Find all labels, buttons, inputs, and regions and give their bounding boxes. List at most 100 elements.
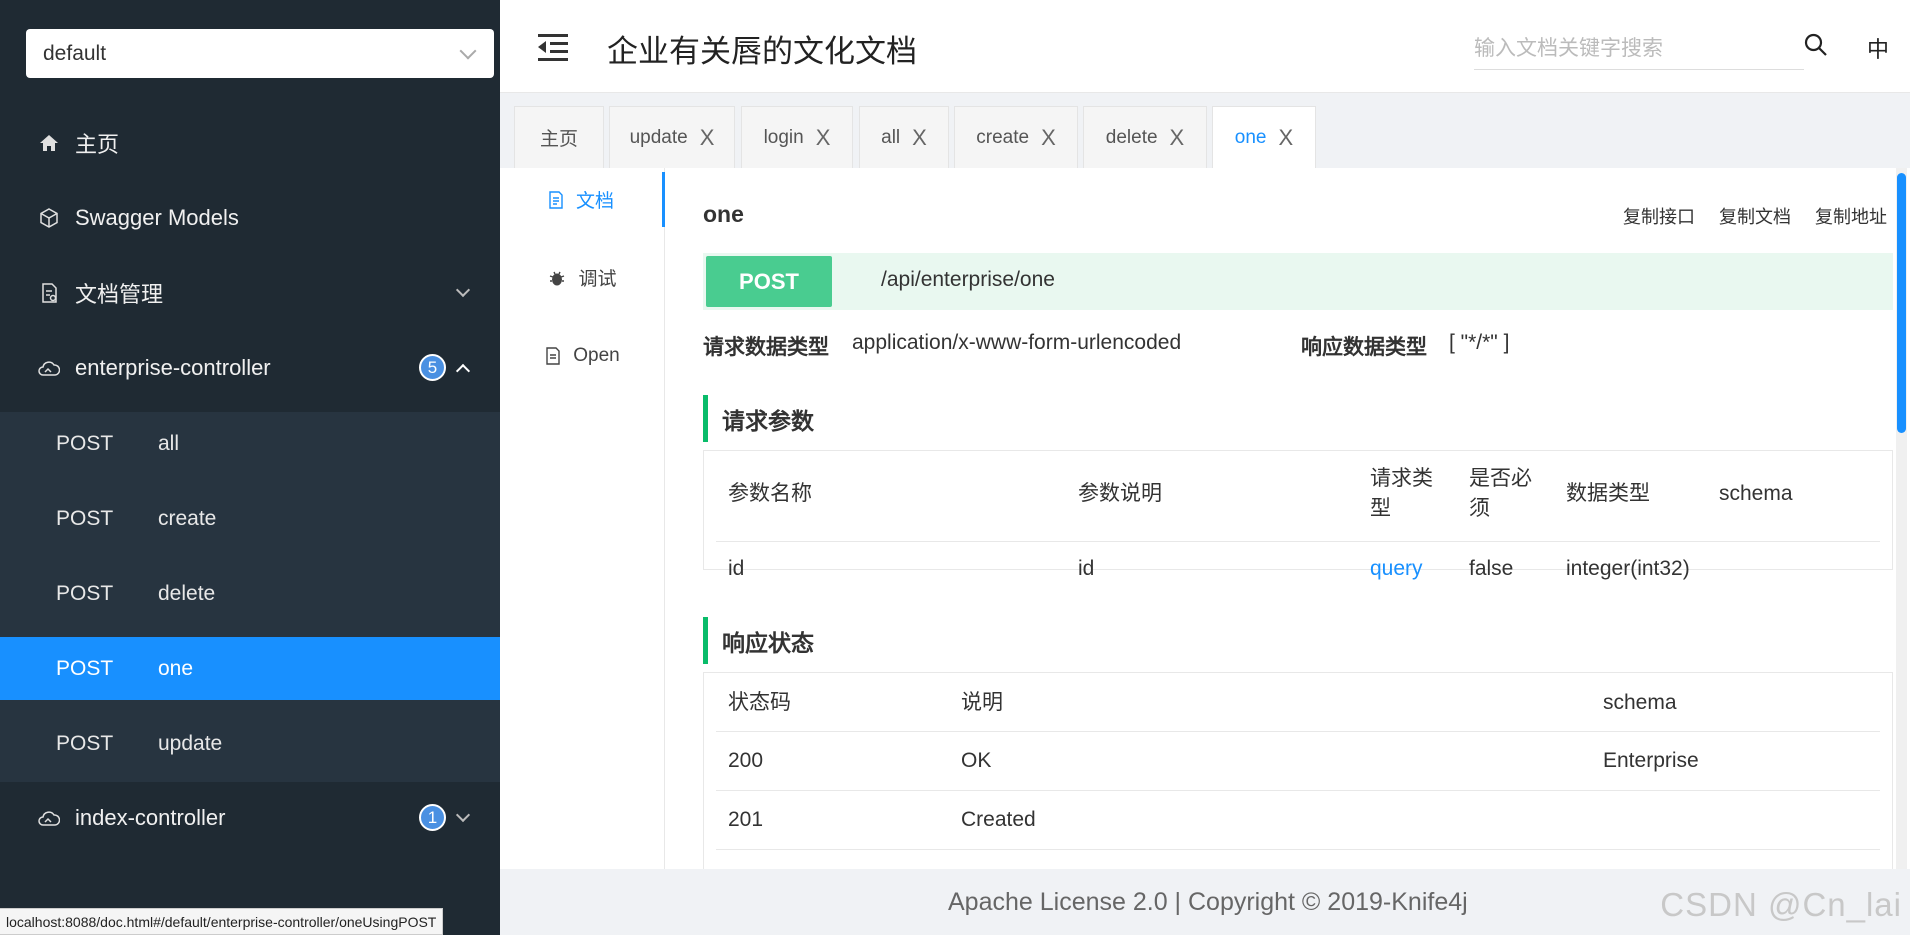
header-cell: schema xyxy=(1603,691,1677,714)
sidebar-item-swagger-models[interactable]: Swagger Models xyxy=(0,180,500,255)
endpoint-item-create[interactable]: POST create xyxy=(0,487,500,550)
header-cell: 参数说明 xyxy=(1078,482,1162,505)
endpoint-name: update xyxy=(158,731,223,755)
header-cell: 请求类 xyxy=(1370,467,1433,490)
home-icon xyxy=(38,132,60,154)
tab-label: login xyxy=(763,126,804,148)
file-icon xyxy=(546,346,560,365)
response-code: 201 xyxy=(728,808,764,831)
response-type-label: 响应数据类型 xyxy=(1301,336,1427,359)
close-icon[interactable]: X xyxy=(700,125,715,151)
tab-delete[interactable]: delete X xyxy=(1083,106,1207,168)
tab-all[interactable]: all X xyxy=(859,106,949,168)
tab-label: all xyxy=(881,126,901,148)
header-cell: 是否必 xyxy=(1469,467,1532,490)
tab-create[interactable]: create X xyxy=(954,106,1078,168)
scrollbar-thumb[interactable] xyxy=(1897,173,1906,433)
endpoint-name: one xyxy=(158,656,194,680)
endpoint-method: POST xyxy=(56,731,114,755)
header-cell: 状态码 xyxy=(728,691,791,714)
close-icon[interactable]: X xyxy=(1279,125,1294,151)
endpoint-name: delete xyxy=(158,581,216,605)
endpoint-item-all[interactable]: POST all xyxy=(0,412,500,475)
tab-login[interactable]: login X xyxy=(741,106,853,168)
cube-icon xyxy=(38,207,60,229)
param-in[interactable]: query xyxy=(1370,553,1423,584)
main-content: 文档 调试 Open one 复制接口 复制文档 复制地址 POST /api/… xyxy=(500,168,1910,869)
footer-text: Apache License 2.0 | Copyright © 2019-Kn… xyxy=(948,888,1468,916)
header-cell: 参数名称 xyxy=(728,482,812,505)
sidebar-item-doc-management[interactable]: 文档管理 xyxy=(0,255,500,330)
close-icon[interactable]: X xyxy=(1170,125,1185,151)
tab-label: one xyxy=(1234,127,1267,148)
endpoint-method: POST xyxy=(56,581,114,605)
endpoint-method: POST xyxy=(56,431,114,455)
sidebar-item-label: index-controller xyxy=(75,804,226,830)
sidebar-item-enterprise-controller[interactable]: enterprise-controller 5 xyxy=(0,330,500,405)
tab-label: delete xyxy=(1105,126,1158,148)
copy-url-link[interactable]: 复制地址 xyxy=(1815,203,1887,229)
bug-icon xyxy=(550,271,565,285)
response-schema: Enterprise xyxy=(1603,749,1699,772)
group-select-value: default xyxy=(43,41,107,65)
header-cell: 型 xyxy=(1370,497,1391,520)
response-desc: OK xyxy=(961,749,992,772)
response-desc: Created xyxy=(961,808,1036,831)
param-type: integer(int32) xyxy=(1566,557,1690,580)
table-row: 201 Created xyxy=(716,791,1880,850)
tab-one[interactable]: one X xyxy=(1212,106,1316,169)
copy-api-link[interactable]: 复制接口 xyxy=(1623,203,1695,229)
response-type-value: [ "*/*" ] xyxy=(1449,331,1510,354)
endpoint-item-one[interactable]: POST one xyxy=(0,637,500,700)
endpoint-item-update[interactable]: POST update xyxy=(0,712,500,775)
sidebar-item-index-controller[interactable]: index-controller 1 xyxy=(0,780,500,855)
close-icon[interactable]: X xyxy=(1041,125,1056,151)
close-icon[interactable]: X xyxy=(912,125,927,151)
endpoint-list: POST all POST create POST delete POST on… xyxy=(0,412,500,782)
table-header-row: 参数名称 参数说明 请求类 型 是否必 须 数据类型 schema xyxy=(716,451,1880,542)
side-tab-debug[interactable]: 调试 xyxy=(500,250,665,305)
sidebar-item-label: Swagger Models xyxy=(75,204,239,230)
method-bar: POST /api/enterprise/one xyxy=(703,253,1893,310)
request-type-label: 请求数据类型 xyxy=(703,336,829,359)
doc-side-tabs: 文档 调试 Open xyxy=(500,168,665,869)
document-icon xyxy=(549,190,563,209)
request-type-value: application/x-www-form-urlencoded xyxy=(852,331,1182,354)
endpoint-item-delete[interactable]: POST delete xyxy=(0,562,500,625)
param-required: false xyxy=(1469,557,1514,580)
header-cell: 须 xyxy=(1469,497,1490,520)
side-tab-doc[interactable]: 文档 xyxy=(500,172,665,227)
copy-links: 复制接口 复制文档 复制地址 xyxy=(1623,203,1887,229)
side-tab-open[interactable]: Open xyxy=(500,328,665,383)
header-cell: 数据类型 xyxy=(1566,482,1650,505)
close-icon[interactable]: X xyxy=(816,125,831,151)
status-bar-url: localhost:8088/doc.html#/default/enterpr… xyxy=(0,908,444,935)
param-desc: id xyxy=(1078,557,1095,580)
endpoint-method: POST xyxy=(56,506,114,530)
section-title-responses: 响应状态 xyxy=(703,617,814,664)
document-settings-icon xyxy=(38,282,60,304)
section-title-params: 请求参数 xyxy=(703,395,814,442)
count-badge: 5 xyxy=(419,354,446,381)
cloud-icon xyxy=(38,357,60,379)
group-select[interactable]: default xyxy=(26,29,494,78)
chevron-down-icon xyxy=(455,282,471,298)
sidebar-item-label: 文档管理 xyxy=(75,281,164,307)
side-tab-label: 文档 xyxy=(575,191,614,212)
api-title: one xyxy=(703,201,744,227)
copy-doc-link[interactable]: 复制文档 xyxy=(1719,203,1791,229)
tab-update[interactable]: update X xyxy=(609,106,735,168)
table-row: id id query false integer(int32) xyxy=(716,542,1880,600)
sidebar-item-home[interactable]: 主页 xyxy=(0,105,500,180)
tab-home[interactable]: 主页 xyxy=(514,106,604,168)
language-switch[interactable]: 中 xyxy=(1867,32,1889,64)
table-header-row: 状态码 说明 schema xyxy=(716,673,1880,732)
chevron-down-icon xyxy=(459,42,477,59)
search-icon[interactable] xyxy=(1803,32,1831,60)
search-input[interactable] xyxy=(1474,28,1804,70)
watermark: CSDN @Cn_lai xyxy=(1660,886,1902,923)
count-badge: 1 xyxy=(419,804,446,831)
side-tab-label: 调试 xyxy=(578,269,617,290)
menu-fold-icon[interactable] xyxy=(538,34,568,61)
chevron-up-icon xyxy=(455,363,471,379)
